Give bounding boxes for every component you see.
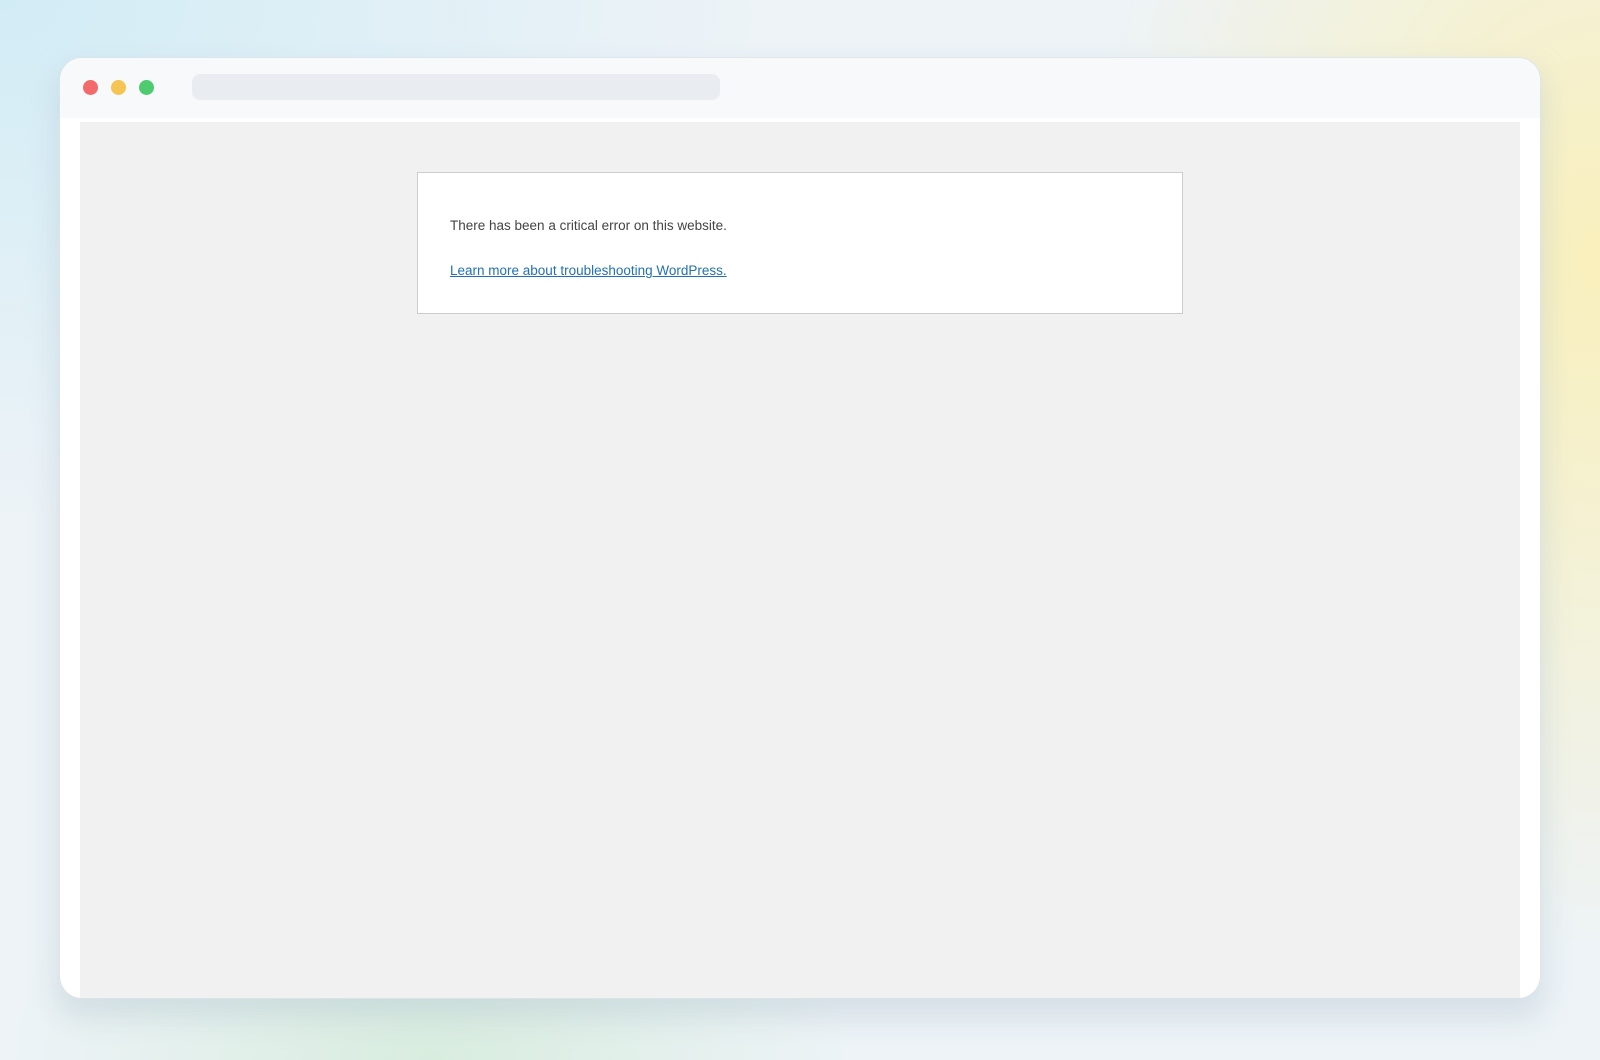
page-viewport: There has been a critical error on this … bbox=[80, 122, 1520, 998]
close-window-button[interactable] bbox=[83, 80, 98, 95]
maximize-window-button[interactable] bbox=[139, 80, 154, 95]
browser-window: There has been a critical error on this … bbox=[60, 58, 1540, 998]
error-message: There has been a critical error on this … bbox=[450, 218, 727, 233]
browser-titlebar bbox=[60, 58, 1540, 118]
minimize-window-button[interactable] bbox=[111, 80, 126, 95]
critical-error-box: There has been a critical error on this … bbox=[417, 172, 1183, 314]
address-bar[interactable] bbox=[192, 74, 720, 100]
troubleshooting-link[interactable]: Learn more about troubleshooting WordPre… bbox=[450, 261, 727, 281]
